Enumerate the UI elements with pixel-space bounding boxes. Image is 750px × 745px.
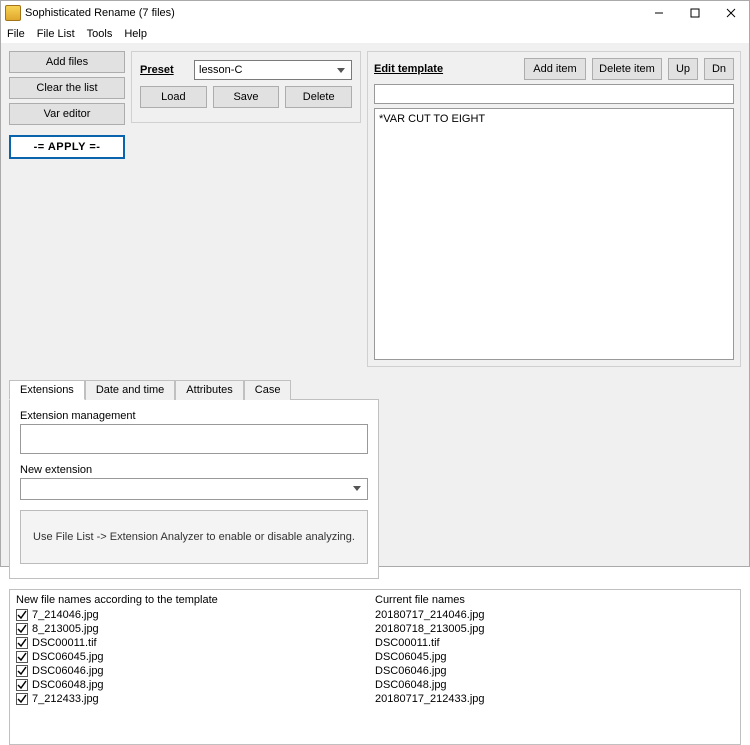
minimize-icon [654,8,664,18]
preset-save-button[interactable]: Save [213,86,280,108]
edit-template-label: Edit template [374,63,443,75]
top-row: Add files Clear the list Var editor -= A… [9,51,741,367]
new-filename: DSC00011.tif [32,637,97,649]
file-rows: 7_214046.jpg20180717_214046.jpg8_213005.… [10,608,740,706]
template-item-list[interactable]: *VAR CUT TO EIGHT [374,108,734,360]
new-filename: 7_212433.jpg [32,693,99,705]
app-icon [5,5,21,21]
up-button[interactable]: Up [668,58,698,80]
var-editor-button[interactable]: Var editor [9,103,125,125]
new-filenames-header: New file names according to the template [16,594,375,606]
template-item[interactable]: *VAR CUT TO EIGHT [379,113,729,125]
table-row[interactable]: DSC06048.jpg DSC06048.jpg [10,678,740,692]
current-filename: DSC00011.tif [375,637,440,649]
preset-delete-button[interactable]: Delete [285,86,352,108]
current-filename: DSC06046.jpg [375,665,447,677]
menu-file[interactable]: File [7,28,25,40]
extension-management-field[interactable] [20,424,368,454]
new-extension-label: New extension [20,464,368,476]
table-row[interactable]: DSC00011.tif DSC00011.tif [10,636,740,650]
preset-label: Preset [140,64,186,76]
clear-list-button[interactable]: Clear the list [9,77,125,99]
file-checkbox[interactable] [16,609,28,621]
new-filename: DSC06045.jpg [32,651,104,663]
current-filename: DSC06048.jpg [375,679,447,691]
table-row[interactable]: 8_213005.jpg 20180718_213005.jpg [10,622,740,636]
file-checkbox[interactable] [16,651,28,663]
window-title: Sophisticated Rename (7 files) [25,7,641,19]
file-checkbox[interactable] [16,679,28,691]
minimize-button[interactable] [641,2,677,24]
preset-select[interactable]: lesson-C [194,60,352,80]
file-checkbox[interactable] [16,693,28,705]
tab-body-extensions: Extension management New extension Use F… [9,399,379,579]
dn-button[interactable]: Dn [704,58,734,80]
titlebar: Sophisticated Rename (7 files) [1,1,749,25]
window-buttons [641,2,749,24]
current-filenames-header: Current file names [375,594,465,606]
preset-select-value: lesson-C [199,64,242,76]
left-button-column: Add files Clear the list Var editor -= A… [9,51,125,367]
maximize-icon [690,8,700,18]
new-filename: 7_214046.jpg [32,609,99,621]
file-list-box: New file names according to the template… [9,589,741,745]
close-button[interactable] [713,2,749,24]
chevron-down-icon [353,486,361,491]
menu-help[interactable]: Help [124,28,147,40]
preset-group: Preset lesson-C Load Save Delete [131,51,361,123]
new-filename: DSC06048.jpg [32,679,104,691]
add-item-button[interactable]: Add item [524,58,586,80]
tab-date-and-time[interactable]: Date and time [85,380,175,400]
menubar: File File List Tools Help [1,25,749,43]
edit-template-group: Edit template Add item Delete item Up Dn… [367,51,741,367]
add-files-button[interactable]: Add files [9,51,125,73]
table-row[interactable]: DSC06045.jpg DSC06045.jpg [10,650,740,664]
content-area: Add files Clear the list Var editor -= A… [1,43,749,566]
menu-filelist[interactable]: File List [37,28,75,40]
maximize-button[interactable] [677,2,713,24]
analyzer-hint: Use File List -> Extension Analyzer to e… [20,510,368,564]
close-icon [726,8,736,18]
new-filename: 8_213005.jpg [32,623,99,635]
tab-case[interactable]: Case [244,380,292,400]
menu-tools[interactable]: Tools [87,28,113,40]
apply-button[interactable]: -= APPLY =- [9,135,125,159]
current-filename: 20180718_213005.jpg [375,623,485,635]
preset-load-button[interactable]: Load [140,86,207,108]
current-filename: DSC06045.jpg [375,651,447,663]
tab-extensions[interactable]: Extensions [9,380,85,400]
table-row[interactable]: 7_212433.jpg 20180717_212433.jpg [10,692,740,706]
extension-management-label: Extension management [20,410,368,422]
file-checkbox[interactable] [16,623,28,635]
table-row[interactable]: DSC06046.jpg DSC06046.jpg [10,664,740,678]
tabs: Extensions Date and time Attributes Case… [9,379,379,579]
mid-row: Extensions Date and time Attributes Case… [9,367,741,579]
table-row[interactable]: 7_214046.jpg 20180717_214046.jpg [10,608,740,622]
current-filename: 20180717_212433.jpg [375,693,485,705]
new-filename: DSC06046.jpg [32,665,104,677]
new-extension-select[interactable] [20,478,368,500]
delete-item-button[interactable]: Delete item [592,58,662,80]
file-checkbox[interactable] [16,637,28,649]
edit-template-field[interactable] [374,84,734,104]
file-checkbox[interactable] [16,665,28,677]
current-filename: 20180717_214046.jpg [375,609,485,621]
tab-attributes[interactable]: Attributes [175,380,243,400]
